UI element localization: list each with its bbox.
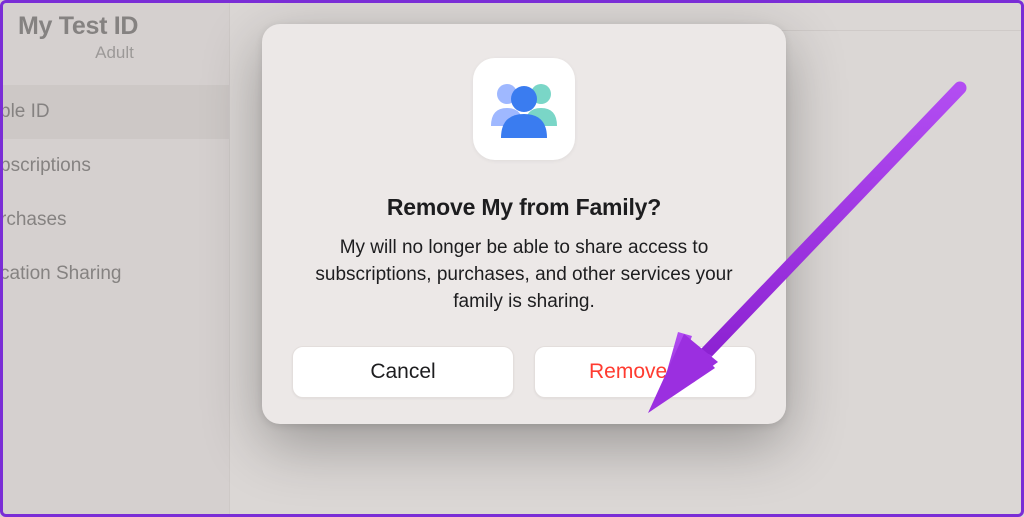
dialog-body: My will no longer be able to share acces… xyxy=(292,235,756,316)
cancel-button[interactable]: Cancel xyxy=(292,346,514,398)
button-label: Cancel xyxy=(370,360,435,384)
button-label: Remove My xyxy=(589,360,701,384)
remove-from-family-dialog: Remove My from Family? My will no longer… xyxy=(262,24,786,424)
family-sharing-icon xyxy=(473,58,575,160)
remove-confirm-button[interactable]: Remove My xyxy=(534,346,756,398)
dialog-title: Remove My from Family? xyxy=(292,194,756,221)
dialog-actions: Cancel Remove My xyxy=(292,346,756,398)
